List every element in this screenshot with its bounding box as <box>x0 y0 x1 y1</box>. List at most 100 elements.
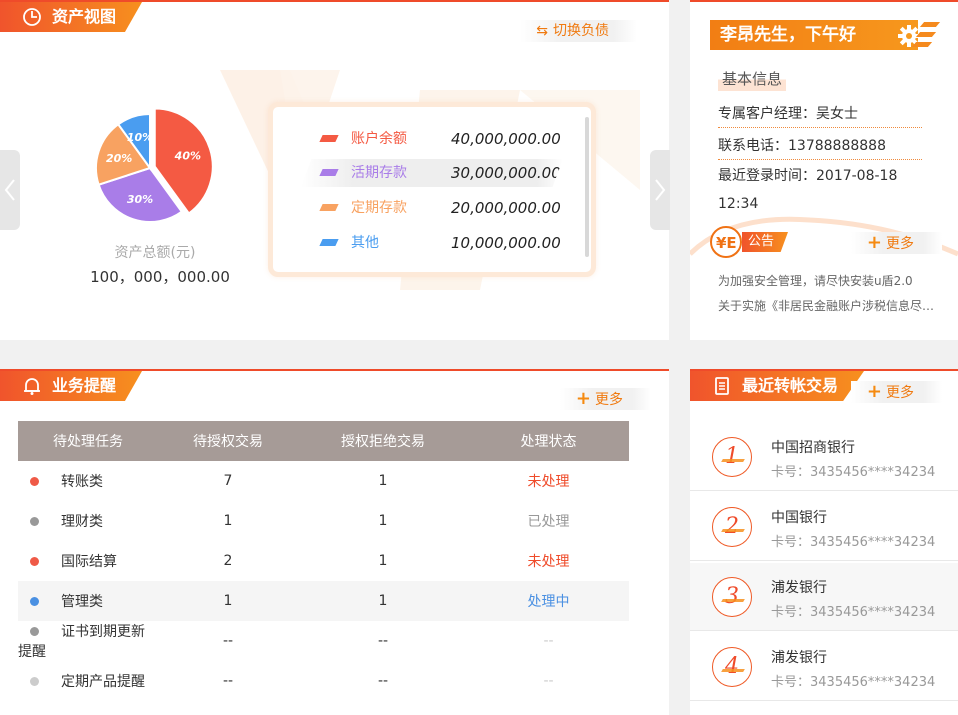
switch-liability-label: 切换负债 <box>553 23 609 39</box>
legend-item-other[interactable]: 其他 10,000,000.00 <box>301 229 563 257</box>
last-login-time: 最近登录时间：2017-08-18 12:34 <box>718 168 898 212</box>
bank-logo-icon: ¥E <box>710 226 742 258</box>
prev-arrow-button[interactable] <box>0 150 20 230</box>
status-dot <box>30 627 39 636</box>
switch-liability-button[interactable]: ⇆ 切换负债 <box>520 20 637 42</box>
greeting-banner-tail <box>911 20 941 50</box>
transfer-tab: 最近转帐交易 <box>690 371 865 401</box>
business-more-button[interactable]: + 更多 <box>559 388 651 410</box>
process-status[interactable]: -- <box>468 621 629 661</box>
process-status[interactable]: -- <box>468 661 629 701</box>
table-row[interactable]: 理财类 1 1 已处理 <box>18 501 629 541</box>
pie-slice-label: 20% <box>106 152 132 165</box>
contact-phone: 联系电话：13788888888 <box>718 132 922 160</box>
task-name: 国际结算 <box>61 554 117 570</box>
transfer-item[interactable]: 4 浦发银行 卡号：3435456****34234 <box>690 633 958 701</box>
table-row[interactable]: 管理类 1 1 处理中 <box>18 581 629 621</box>
asset-title: 资产视图 <box>52 7 117 26</box>
table-row[interactable]: 定期产品提醒 -- -- -- <box>18 661 629 701</box>
pie-slice-label: 40% <box>174 150 201 163</box>
process-status[interactable]: 处理中 <box>468 581 629 621</box>
legend-swatch <box>319 169 339 176</box>
transfer-item[interactable]: 1 中国招商银行 卡号：3435456****34234 <box>690 423 958 491</box>
pie-slice-label: 10% <box>127 131 153 144</box>
table-row[interactable]: 证书到期更新提醒 -- -- -- <box>18 621 629 661</box>
rank-number-badge: 3 <box>712 577 752 617</box>
bank-name: 浦发银行 <box>771 580 827 596</box>
status-dot <box>30 517 39 526</box>
legend-swatch <box>319 239 339 246</box>
pending-count: 1 <box>158 581 298 621</box>
legend-item-fixed-deposit[interactable]: 定期存款 20,000,000.00 <box>301 194 563 222</box>
greeting-banner: 李昂先生，下午好 <box>710 20 941 50</box>
header-task: 待处理任务 <box>18 421 158 461</box>
bank-name: 中国银行 <box>771 510 827 526</box>
notice-tab[interactable]: 公告 <box>742 232 788 252</box>
plus-icon: + <box>866 232 882 253</box>
legend-item-account-balance[interactable]: 账户余额 40,000,000.00 <box>301 125 563 153</box>
transfer-more-button[interactable]: + 更多 <box>850 381 942 403</box>
legend-scrollbar[interactable] <box>585 117 589 257</box>
swap-icon: ⇆ <box>536 23 548 39</box>
rejected-count: 1 <box>378 513 388 529</box>
legend-value: 40,000,000.00 <box>451 130 561 148</box>
business-title: 业务提醒 <box>52 376 117 395</box>
chevron-right-icon <box>655 179 666 201</box>
basic-info-title: 基本信息 <box>718 66 787 91</box>
notice-item[interactable]: 为加强安全管理，请尽快安装u盾2.0 <box>718 272 938 289</box>
legend-item-demand-deposit[interactable]: 活期存款 30,000,000.00 <box>301 159 563 187</box>
pending-count: 1 <box>223 513 233 529</box>
asset-tab: 资产视图 <box>0 2 143 32</box>
business-table: 待处理任务 待授权交易 授权拒绝交易 处理状态 转账类 7 1 未处理 理财类 1 1 已处理… <box>18 421 629 701</box>
pie-chart-icon <box>23 8 41 26</box>
header-status: 处理状态 <box>468 421 629 461</box>
asset-pie-chart: 40% 30% 20% 10% <box>95 107 214 223</box>
legend-name: 定期存款 <box>351 200 407 216</box>
header-rejected: 授权拒绝交易 <box>298 421 468 461</box>
total-assets-label: 资产总额(元) <box>114 245 196 261</box>
pending-count: 2 <box>223 553 233 569</box>
card-number: 卡号：3435456****34234 <box>771 535 936 550</box>
task-name: 管理类 <box>61 594 103 610</box>
task-name: 定期产品提醒 <box>61 674 145 690</box>
pie-slice-label: 30% <box>127 193 153 206</box>
plus-icon: + <box>866 381 882 402</box>
business-reminder-panel: 业务提醒 + 更多 待处理任务 待授权交易 授权拒绝交易 处理状态 转账类 7 1 未处… <box>0 369 669 715</box>
process-status[interactable]: 未处理 <box>468 541 629 581</box>
rank-number-badge: 4 <box>712 647 752 687</box>
header-pending: 待授权交易 <box>158 421 298 461</box>
status-dot <box>30 557 39 566</box>
document-icon <box>715 377 729 395</box>
legend-name: 其他 <box>351 235 379 251</box>
table-header-row: 待处理任务 待授权交易 授权拒绝交易 处理状态 <box>18 421 629 461</box>
notice-item[interactable]: 关于实施《非居民金融账户涉税信息尽职调查管理办法》的公告 <box>718 297 938 314</box>
task-cell: 转账类 <box>18 461 158 501</box>
status-dot <box>30 677 39 686</box>
rank-number-badge: 2 <box>712 507 752 547</box>
task-name: 理财类 <box>61 514 103 530</box>
rejected-count: -- <box>377 673 389 689</box>
table-row[interactable]: 国际结算 2 1 未处理 <box>18 541 629 581</box>
card-number: 卡号：3435456****34234 <box>771 605 936 620</box>
total-assets-value: 100，000，000.00 <box>90 268 230 286</box>
card-number: 卡号：3435456****34234 <box>771 675 936 690</box>
business-tab: 业务提醒 <box>0 371 143 401</box>
process-status[interactable]: 未处理 <box>468 461 629 501</box>
pending-count: -- <box>222 673 234 689</box>
transfer-item[interactable]: 3 浦发银行卡号：3435456****34234 <box>690 563 958 631</box>
task-cell: 管理类 <box>18 581 158 621</box>
rejected-count: 1 <box>378 473 388 489</box>
notice-more-button[interactable]: + 更多 <box>850 232 942 254</box>
rank-number-badge: 1 <box>712 437 752 477</box>
rejected-count: 1 <box>298 581 468 621</box>
transfer-item[interactable]: 2 中国银行卡号：3435456****34234 <box>690 493 958 561</box>
process-status[interactable]: 已处理 <box>468 501 629 541</box>
legend-swatch <box>319 204 339 211</box>
next-arrow-button[interactable] <box>650 150 670 230</box>
transfer-more-label: 更多 <box>886 385 914 401</box>
status-dot <box>30 597 39 606</box>
recent-transfer-panel: 最近转帐交易 + 更多 1 中国招商银行卡号：3435456****34234 2 中国… <box>690 369 958 715</box>
bank-name: 中国招商银行 <box>771 440 855 456</box>
table-row[interactable]: 转账类 7 1 未处理 <box>18 461 629 501</box>
chevron-left-icon <box>4 179 15 201</box>
